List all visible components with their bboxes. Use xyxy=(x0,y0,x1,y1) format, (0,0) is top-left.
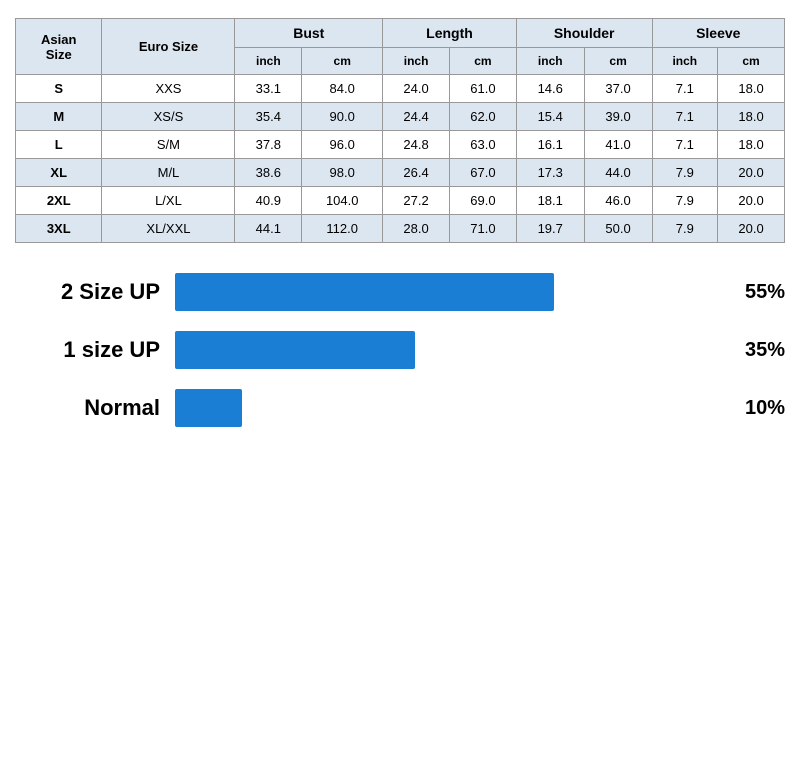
chart-row-1: 1 size UP 35% xyxy=(15,331,785,369)
shoulder-inch-header: inch xyxy=(516,48,584,75)
chart-bar-container-0 xyxy=(175,273,733,311)
sleeve-col-header: Sleeve xyxy=(652,19,784,48)
chart-label-0: 2 Size UP xyxy=(15,279,160,305)
length-cm-cell: 69.0 xyxy=(450,187,517,215)
length-inch-cell: 24.0 xyxy=(383,75,450,103)
chart-bar-container-2 xyxy=(175,389,733,427)
shoulder-cm-cell: 39.0 xyxy=(584,103,652,131)
asian-size-cell: S xyxy=(16,75,102,103)
shoulder-cm-cell: 46.0 xyxy=(584,187,652,215)
asian-size-cell: M xyxy=(16,103,102,131)
sleeve-cm-header: cm xyxy=(718,48,785,75)
euro-size-cell: XL/XXL xyxy=(102,215,235,243)
euro-size-cell: XXS xyxy=(102,75,235,103)
table-row: L S/M 37.8 96.0 24.8 63.0 16.1 41.0 7.1 … xyxy=(16,131,785,159)
length-inch-cell: 28.0 xyxy=(383,215,450,243)
table-row: 3XL XL/XXL 44.1 112.0 28.0 71.0 19.7 50.… xyxy=(16,215,785,243)
bust-cm-header: cm xyxy=(302,48,383,75)
chart-row-0: 2 Size UP 55% xyxy=(15,273,785,311)
chart-percent-0: 55% xyxy=(745,281,785,304)
length-inch-cell: 27.2 xyxy=(383,187,450,215)
length-cm-cell: 61.0 xyxy=(450,75,517,103)
shoulder-col-header: Shoulder xyxy=(516,19,652,48)
shoulder-inch-cell: 19.7 xyxy=(516,215,584,243)
shoulder-cm-cell: 44.0 xyxy=(584,159,652,187)
shoulder-inch-cell: 16.1 xyxy=(516,131,584,159)
length-inch-cell: 24.8 xyxy=(383,131,450,159)
bust-cm-cell: 104.0 xyxy=(302,187,383,215)
euro-size-cell: S/M xyxy=(102,131,235,159)
sleeve-inch-cell: 7.1 xyxy=(652,75,718,103)
bust-col-header: Bust xyxy=(235,19,383,48)
size-table: AsianSize Euro Size Bust Length Shoulder… xyxy=(15,18,785,243)
table-row: 2XL L/XL 40.9 104.0 27.2 69.0 18.1 46.0 … xyxy=(16,187,785,215)
shoulder-inch-cell: 15.4 xyxy=(516,103,584,131)
sleeve-cm-cell: 20.0 xyxy=(718,215,785,243)
bust-cm-cell: 84.0 xyxy=(302,75,383,103)
shoulder-inch-cell: 18.1 xyxy=(516,187,584,215)
length-col-header: Length xyxy=(383,19,517,48)
chart-bar-1 xyxy=(175,331,415,369)
chart-label-2: Normal xyxy=(15,395,160,421)
table-row: XL M/L 38.6 98.0 26.4 67.0 17.3 44.0 7.9… xyxy=(16,159,785,187)
sleeve-cm-cell: 20.0 xyxy=(718,159,785,187)
length-cm-header: cm xyxy=(450,48,517,75)
length-cm-cell: 71.0 xyxy=(450,215,517,243)
sleeve-inch-cell: 7.9 xyxy=(652,159,718,187)
chart-bar-0 xyxy=(175,273,554,311)
chart-row-2: Normal 10% xyxy=(15,389,785,427)
size-recommendation-chart: 2 Size UP 55% 1 size UP 35% Normal 10% xyxy=(15,273,785,427)
bust-inch-cell: 40.9 xyxy=(235,187,302,215)
sleeve-inch-cell: 7.9 xyxy=(652,215,718,243)
sleeve-cm-cell: 18.0 xyxy=(718,131,785,159)
bust-inch-cell: 44.1 xyxy=(235,215,302,243)
shoulder-cm-cell: 50.0 xyxy=(584,215,652,243)
chart-percent-2: 10% xyxy=(745,397,785,420)
sleeve-inch-cell: 7.1 xyxy=(652,131,718,159)
table-row: S XXS 33.1 84.0 24.0 61.0 14.6 37.0 7.1 … xyxy=(16,75,785,103)
sleeve-cm-cell: 20.0 xyxy=(718,187,785,215)
length-cm-cell: 62.0 xyxy=(450,103,517,131)
shoulder-inch-cell: 17.3 xyxy=(516,159,584,187)
asian-size-cell: XL xyxy=(16,159,102,187)
chart-bar-container-1 xyxy=(175,331,733,369)
length-inch-header: inch xyxy=(383,48,450,75)
chart-percent-1: 35% xyxy=(745,339,785,362)
length-cm-cell: 63.0 xyxy=(450,131,517,159)
bust-cm-cell: 98.0 xyxy=(302,159,383,187)
chart-label-1: 1 size UP xyxy=(15,337,160,363)
asian-size-cell: L xyxy=(16,131,102,159)
sleeve-inch-cell: 7.9 xyxy=(652,187,718,215)
shoulder-cm-header: cm xyxy=(584,48,652,75)
bust-inch-cell: 37.8 xyxy=(235,131,302,159)
euro-size-cell: M/L xyxy=(102,159,235,187)
euro-size-cell: L/XL xyxy=(102,187,235,215)
length-inch-cell: 24.4 xyxy=(383,103,450,131)
shoulder-cm-cell: 37.0 xyxy=(584,75,652,103)
length-cm-cell: 67.0 xyxy=(450,159,517,187)
sleeve-inch-cell: 7.1 xyxy=(652,103,718,131)
shoulder-inch-cell: 14.6 xyxy=(516,75,584,103)
bust-inch-header: inch xyxy=(235,48,302,75)
chart-bar-2 xyxy=(175,389,242,427)
sleeve-cm-cell: 18.0 xyxy=(718,103,785,131)
asian-size-col-header: AsianSize xyxy=(16,19,102,75)
bust-inch-cell: 33.1 xyxy=(235,75,302,103)
asian-size-cell: 2XL xyxy=(16,187,102,215)
euro-size-col-header: Euro Size xyxy=(102,19,235,75)
bust-inch-cell: 38.6 xyxy=(235,159,302,187)
asian-size-cell: 3XL xyxy=(16,215,102,243)
bust-cm-cell: 112.0 xyxy=(302,215,383,243)
table-row: M XS/S 35.4 90.0 24.4 62.0 15.4 39.0 7.1… xyxy=(16,103,785,131)
shoulder-cm-cell: 41.0 xyxy=(584,131,652,159)
bust-cm-cell: 96.0 xyxy=(302,131,383,159)
bust-cm-cell: 90.0 xyxy=(302,103,383,131)
euro-size-cell: XS/S xyxy=(102,103,235,131)
sleeve-inch-header: inch xyxy=(652,48,718,75)
bust-inch-cell: 35.4 xyxy=(235,103,302,131)
length-inch-cell: 26.4 xyxy=(383,159,450,187)
sleeve-cm-cell: 18.0 xyxy=(718,75,785,103)
